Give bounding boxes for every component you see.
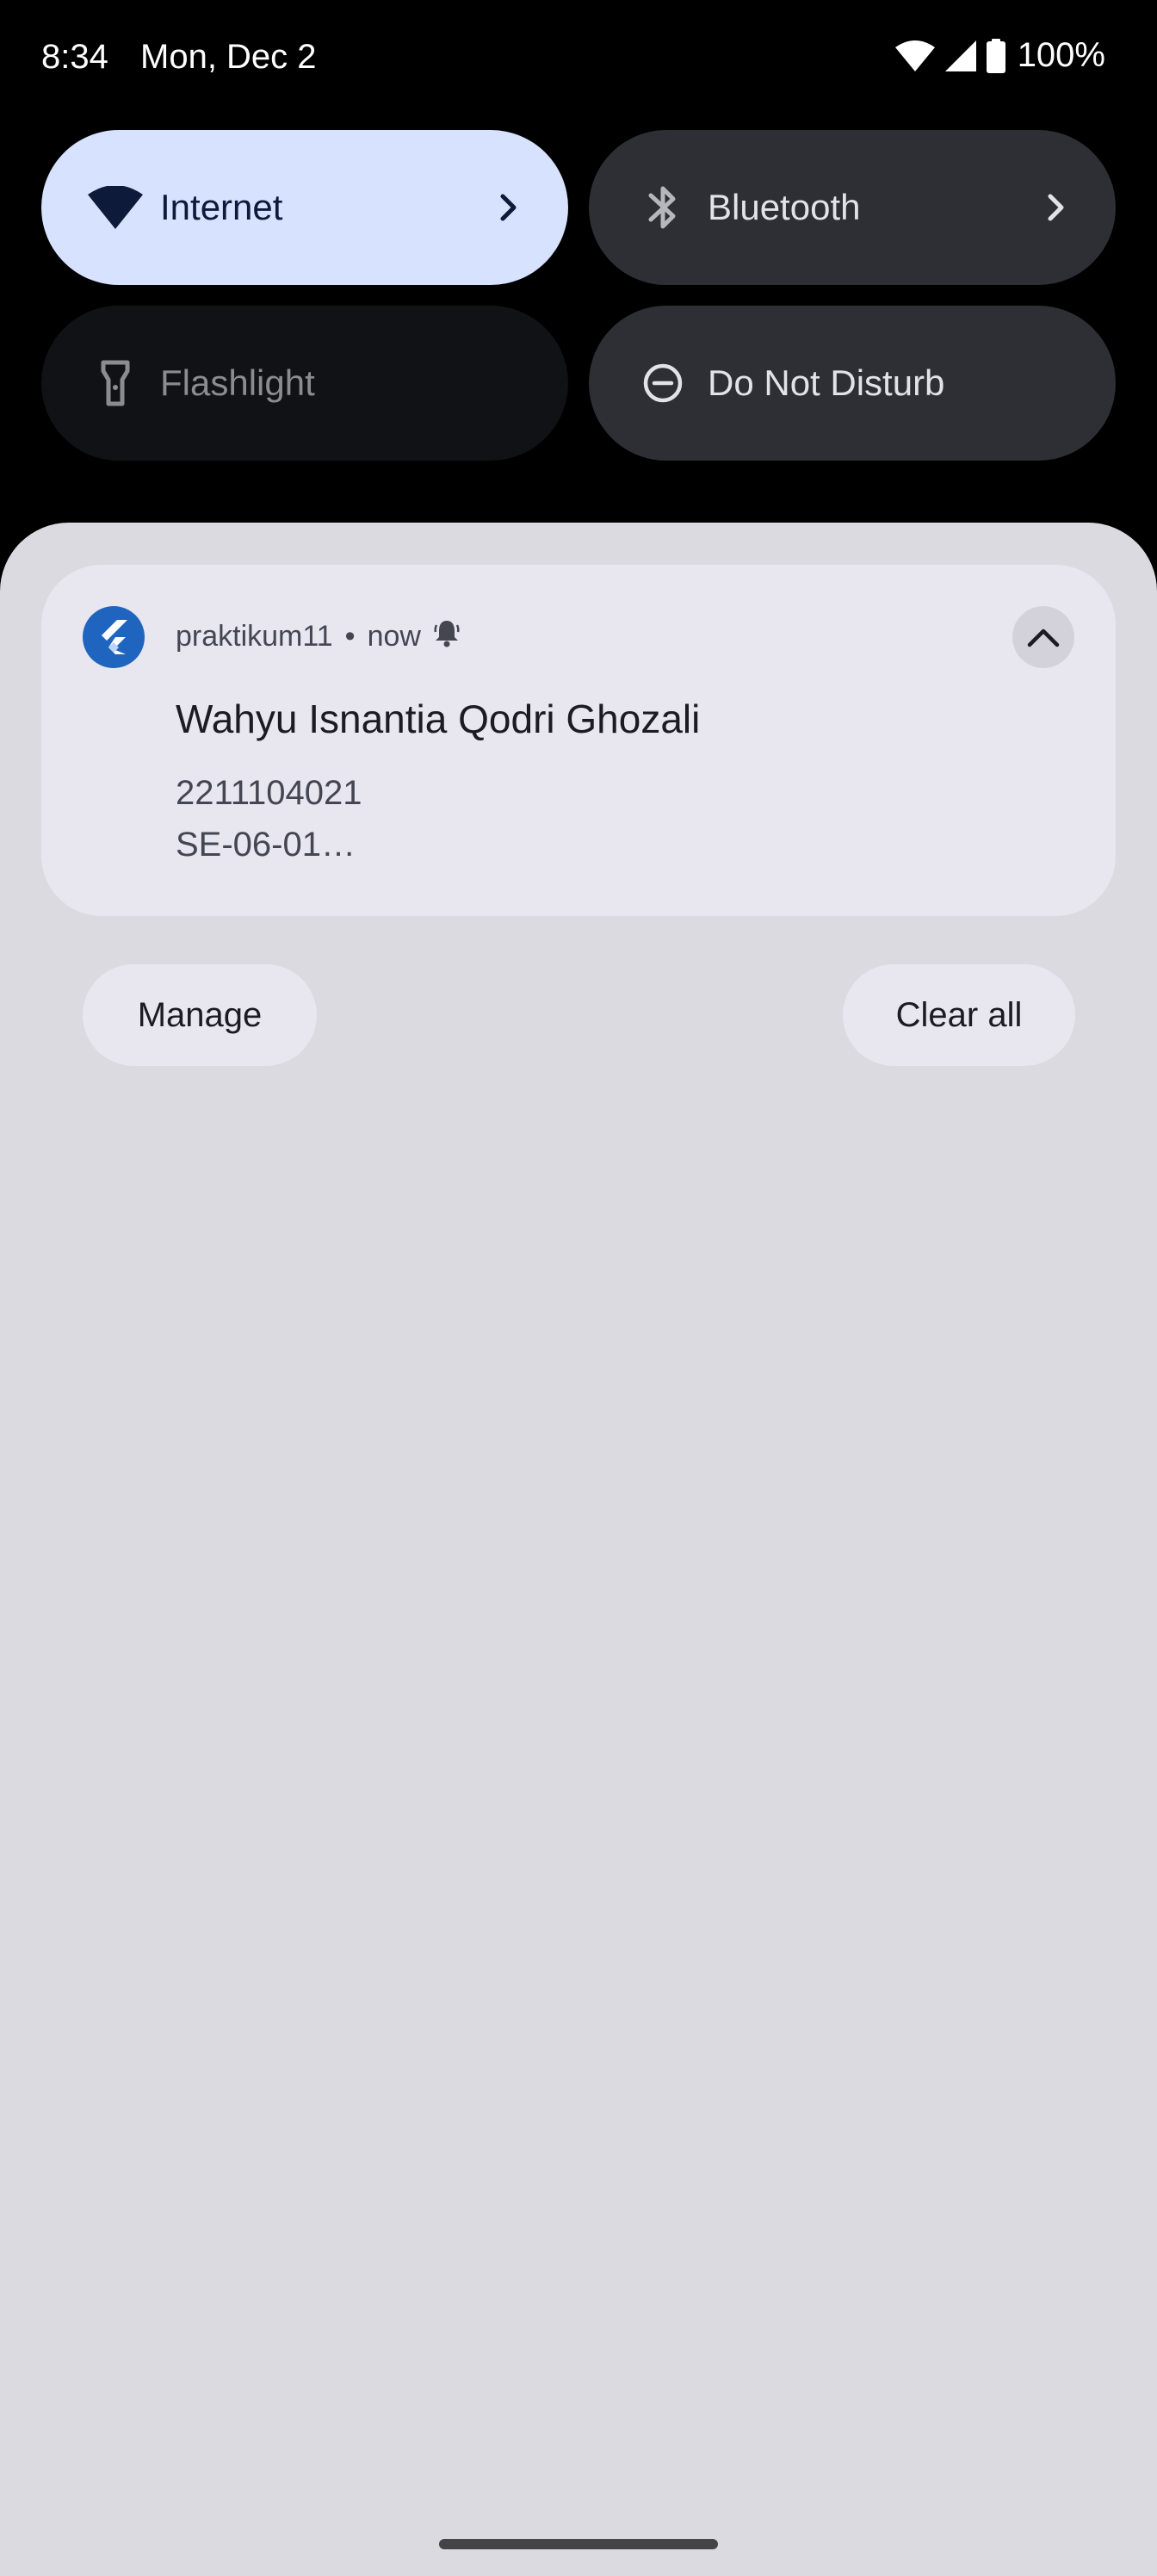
flutter-logo-icon [83, 606, 145, 668]
status-time: 8:34 [41, 38, 108, 76]
tile-label: Bluetooth [708, 187, 861, 227]
notification-shade: praktikum11 • now Wahyu Isnantia Qodri G… [0, 523, 1157, 2576]
collapse-notification-button[interactable] [1012, 606, 1074, 668]
chevron-right-icon[interactable] [487, 186, 530, 229]
bell-icon [433, 618, 461, 655]
screen: 8:34 Mon, Dec 2 100% Internet Bluetooth … [0, 0, 1157, 2576]
tile-flashlight[interactable]: Flashlight [41, 306, 568, 461]
tile-internet[interactable]: Internet [41, 130, 568, 285]
notification-time: now [367, 620, 421, 653]
tile-label: Internet [160, 187, 283, 227]
tile-label: Do Not Disturb [708, 362, 945, 403]
battery-percent: 100% [1017, 36, 1105, 74]
chevron-right-icon[interactable] [1035, 186, 1078, 229]
chevron-up-icon [1027, 629, 1060, 647]
notification-text-line: 2211104021 [176, 774, 362, 812]
manage-button[interactable]: Manage [83, 964, 317, 1066]
notification-title: Wahyu Isnantia Qodri Ghozali [176, 697, 701, 741]
cell-signal-icon [944, 40, 976, 71]
tile-label: Flashlight [160, 362, 315, 403]
wifi-icon [81, 173, 150, 242]
tile-do-not-disturb[interactable]: Do Not Disturb [589, 306, 1116, 461]
bluetooth-icon [628, 173, 697, 242]
flashlight-icon [81, 349, 150, 418]
notification-text-line: SE-06-01… [176, 826, 356, 864]
status-date: Mon, Dec 2 [140, 38, 317, 76]
gesture-nav-handle[interactable] [439, 2539, 718, 2549]
clear-all-button[interactable]: Clear all [843, 964, 1075, 1066]
wifi-icon [894, 40, 935, 71]
notification-header: praktikum11 • now [176, 618, 461, 655]
tile-bluetooth[interactable]: Bluetooth [589, 130, 1116, 285]
status-icons: 100% [894, 36, 1105, 75]
status-bar: 8:34 Mon, Dec 2 100% [0, 0, 1157, 121]
do-not-disturb-icon [628, 349, 697, 418]
notification-app-name: praktikum11 [176, 620, 333, 653]
header-separator: • [344, 620, 356, 653]
notification-card[interactable]: praktikum11 • now Wahyu Isnantia Qodri G… [41, 565, 1116, 916]
battery-icon [986, 38, 1005, 73]
